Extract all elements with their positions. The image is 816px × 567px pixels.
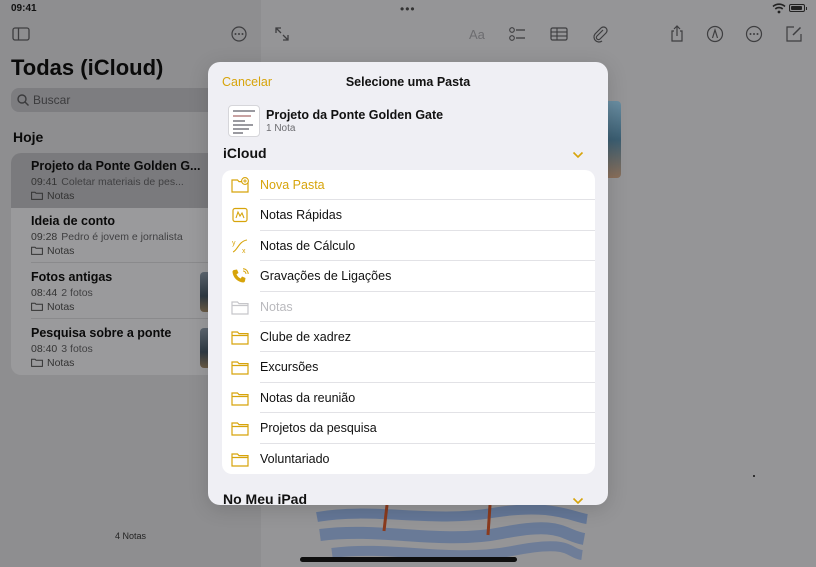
- folder-label: Projetos da pesquisa: [260, 421, 377, 436]
- folder-row-notas-da-reuniao[interactable]: Notas da reunião: [222, 383, 595, 414]
- folder-icon: [31, 358, 43, 367]
- note-title: Fotos antigas: [31, 270, 113, 284]
- folder-icon: [231, 331, 249, 345]
- note-title: Ideia de conto: [31, 214, 116, 228]
- folder-icon: [231, 422, 249, 436]
- note-folder: Notas: [31, 190, 74, 202]
- note-meta: 08:44 2 fotos: [31, 287, 93, 299]
- folder-label: Voluntariado: [260, 451, 330, 466]
- folder-label: Notas: [260, 299, 293, 314]
- group-header-on-my-ipad: No Meu iPad: [223, 491, 308, 505]
- folder-label: Nova Pasta: [260, 178, 325, 192]
- svg-text:x: x: [242, 248, 246, 254]
- image-attachment-thumbnail: [608, 101, 621, 178]
- more-icon[interactable]: [230, 26, 248, 42]
- folder-icon: [31, 191, 43, 200]
- group-header-icloud: iCloud: [223, 145, 267, 161]
- cancel-button[interactable]: Cancelar: [222, 75, 272, 89]
- folder-icon: [231, 452, 249, 467]
- math-notes-icon: y x: [232, 239, 248, 254]
- sketch-drawing: [316, 505, 588, 561]
- new-folder-button[interactable]: Nova Pasta: [222, 170, 595, 201]
- format-text-icon[interactable]: Aa: [468, 25, 486, 43]
- drawing-mark: [753, 475, 755, 477]
- page-title: Todas (iCloud): [11, 55, 164, 80]
- folder-icon: [31, 302, 43, 311]
- folder-label: Excursões: [260, 360, 319, 375]
- call-recordings-icon: [232, 268, 249, 283]
- chevron-down-icon[interactable]: [572, 151, 584, 159]
- note-count: 1 Nota: [266, 123, 296, 134]
- folder-label: Clube de xadrez: [260, 330, 352, 344]
- more-icon[interactable]: [745, 25, 763, 43]
- table-icon[interactable]: [550, 25, 568, 43]
- battery-icon: [789, 4, 807, 12]
- multitasking-dots-icon[interactable]: •••: [400, 2, 416, 16]
- markup-icon[interactable]: [706, 25, 724, 43]
- folder-label: Gravações de Ligações: [260, 269, 392, 284]
- folder-row-excursoes[interactable]: Excursões: [222, 352, 595, 383]
- note-meta: 09:28 Pedro é jovem e jornalista: [31, 231, 183, 243]
- folder-label: Notas de Cálculo: [260, 238, 356, 253]
- checklist-icon[interactable]: [508, 25, 526, 43]
- attachment-icon[interactable]: [591, 25, 609, 43]
- wifi-icon: [772, 3, 786, 14]
- new-folder-icon: [231, 177, 249, 193]
- note-title: Pesquisa sobre a ponte: [31, 326, 172, 340]
- folder-row-math-notes[interactable]: y x Notas de Cálculo: [222, 231, 595, 262]
- folder-row-projetos-da-pesquisa[interactable]: Projetos da pesquisa: [222, 413, 595, 444]
- note-folder: Notas: [31, 301, 74, 313]
- svg-text:y: y: [232, 240, 236, 247]
- section-header-today: Hoje: [13, 129, 44, 145]
- folder-icon: [231, 300, 249, 315]
- folder-list: Nova Pasta Notas Rápidas y x Notas de Cá…: [222, 170, 595, 474]
- folder-row-voluntariado[interactable]: Voluntariado: [222, 444, 595, 474]
- folder-label: Notas da reunião: [260, 390, 356, 405]
- share-icon[interactable]: [668, 25, 686, 43]
- folder-row-clube-de-xadrez[interactable]: Clube de xadrez: [222, 322, 595, 353]
- expand-icon[interactable]: [273, 25, 291, 43]
- note-name: Projeto da Ponte Golden Gate: [266, 108, 444, 122]
- select-folder-sheet: Cancelar Selecione uma Pasta Projeto da …: [208, 62, 608, 505]
- compose-icon[interactable]: [785, 25, 803, 43]
- folder-icon: [31, 246, 43, 255]
- status-bar: 09:41 •••: [0, 0, 816, 18]
- note-preview-thumbnail: [228, 105, 260, 137]
- folder-icon: [231, 392, 249, 406]
- folder-row-notas: Notas: [222, 292, 595, 322]
- status-time: 09:41: [11, 3, 37, 14]
- folder-row-call-recordings[interactable]: Gravações de Ligações: [222, 261, 595, 292]
- note-folder: Notas: [31, 357, 74, 369]
- search-placeholder: Buscar: [33, 93, 71, 107]
- note-folder: Notas: [31, 245, 74, 257]
- quick-notes-icon: [232, 208, 248, 223]
- svg-text:Aa: Aa: [469, 27, 486, 42]
- home-indicator[interactable]: [300, 557, 517, 562]
- note-title: Projeto da Ponte Golden G...: [31, 159, 201, 173]
- sidebar-icon[interactable]: [12, 26, 30, 42]
- folder-icon: [231, 361, 249, 375]
- notes-count: 4 Notas: [114, 531, 147, 541]
- folder-label: Notas Rápidas: [260, 208, 342, 223]
- folder-row-quick-notes[interactable]: Notas Rápidas: [222, 200, 595, 231]
- chevron-down-icon[interactable]: [572, 497, 584, 505]
- note-meta: 09:41 Coletar materiais de pes...: [31, 176, 184, 188]
- note-meta: 08:40 3 fotos: [31, 343, 93, 355]
- search-icon: [17, 94, 29, 106]
